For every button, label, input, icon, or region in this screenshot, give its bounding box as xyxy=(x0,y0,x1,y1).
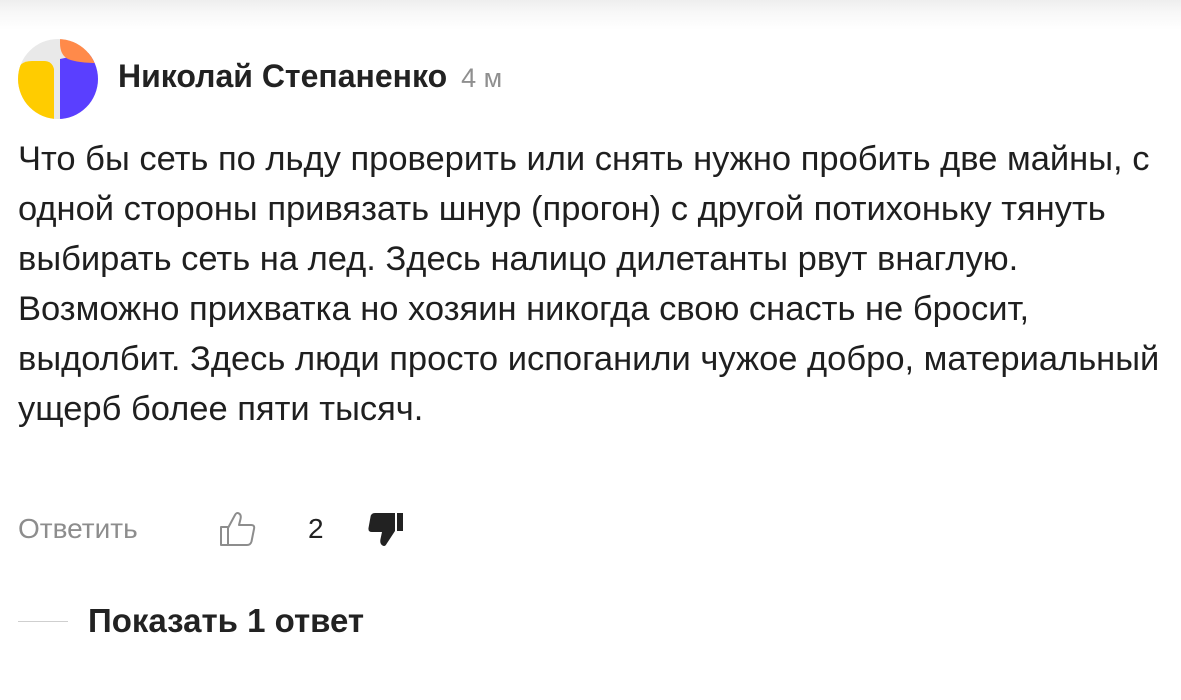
thumbs-down-icon[interactable] xyxy=(366,509,406,549)
comment-timestamp: 4 м xyxy=(461,63,503,93)
reply-button[interactable]: Ответить xyxy=(18,513,218,545)
comment-actions: Ответить 2 xyxy=(18,506,406,552)
show-replies-button[interactable]: Показать 1 ответ xyxy=(18,598,364,644)
divider-line xyxy=(18,620,68,622)
show-replies-label: Показать 1 ответ xyxy=(88,602,365,639)
like-count: 2 xyxy=(308,513,324,544)
comment-text: Что бы сеть по льду проверить или снять … xyxy=(18,140,1160,428)
author-avatar[interactable] xyxy=(18,39,98,119)
thumbs-up-icon[interactable] xyxy=(218,509,258,549)
author-name[interactable]: Николай Степаненко xyxy=(118,58,447,95)
comment-page: Николай Степаненко 4 м Что бы сеть по ль… xyxy=(0,0,1181,700)
comment-header: Николай Степаненко 4 м xyxy=(118,58,502,104)
